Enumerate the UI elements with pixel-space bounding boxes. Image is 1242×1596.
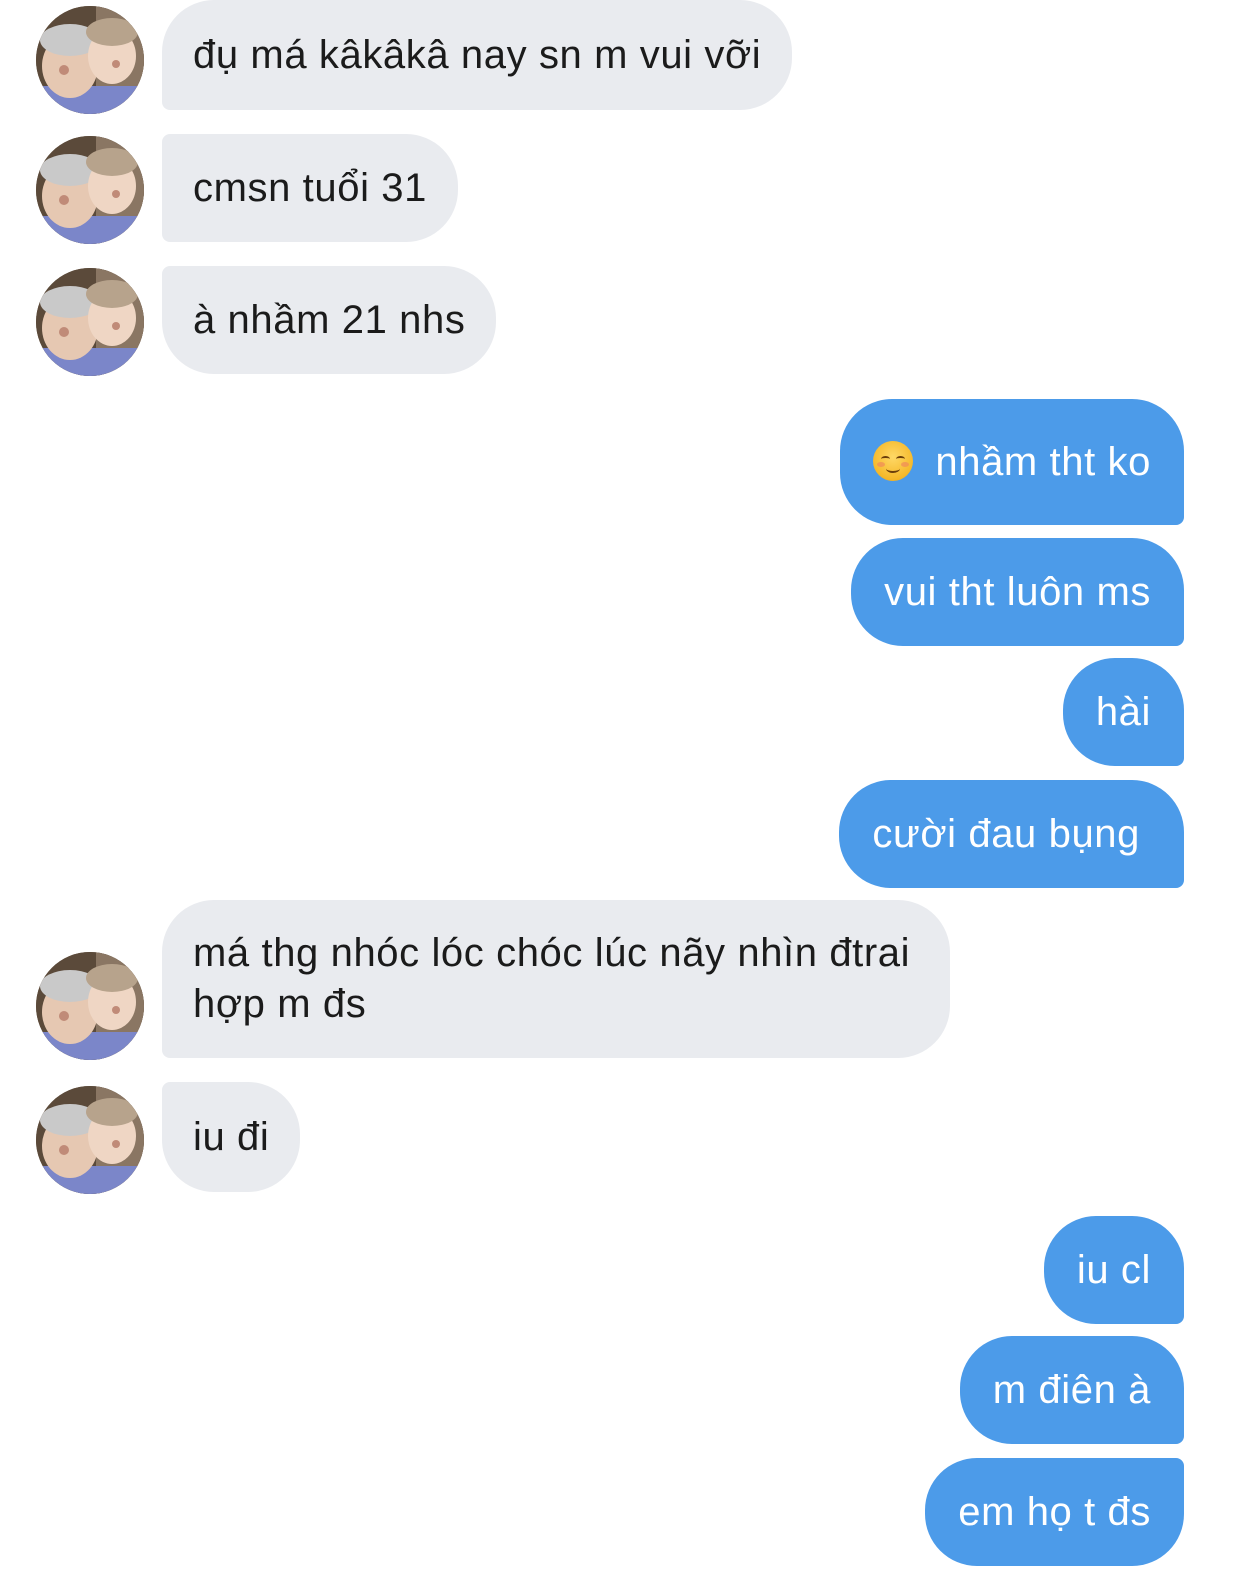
incoming-message: đụ má kâkâkâ nay sn m vui vỡi bbox=[162, 0, 793, 110]
outgoing-message: vui tht luôn ms bbox=[851, 538, 1184, 646]
contact-avatar[interactable] bbox=[36, 268, 144, 376]
contact-avatar[interactable] bbox=[36, 136, 144, 244]
outgoing-message: hài bbox=[1062, 658, 1184, 766]
contact-avatar[interactable] bbox=[36, 6, 144, 114]
contact-avatar[interactable] bbox=[36, 1086, 144, 1194]
incoming-message: à nhầm 21 nhs bbox=[162, 266, 497, 374]
outgoing-message: iu cl bbox=[1043, 1216, 1184, 1324]
smiling-face-emoji-icon bbox=[873, 441, 914, 481]
incoming-message: cmsn tuổi 31 bbox=[162, 134, 458, 242]
incoming-message: má thg nhóc lóc chóc lúc nãy nhìn đtrai … bbox=[162, 900, 950, 1058]
outgoing-message: em họ t đs bbox=[925, 1458, 1184, 1566]
outgoing-message: m điên à bbox=[959, 1336, 1184, 1444]
incoming-message: iu đi bbox=[162, 1082, 301, 1192]
outgoing-message-text: nhầm tht ko bbox=[935, 440, 1151, 484]
contact-avatar[interactable] bbox=[36, 952, 144, 1060]
outgoing-message: nhầm tht ko bbox=[840, 399, 1184, 525]
outgoing-message: cười đau bụng bbox=[839, 780, 1184, 888]
